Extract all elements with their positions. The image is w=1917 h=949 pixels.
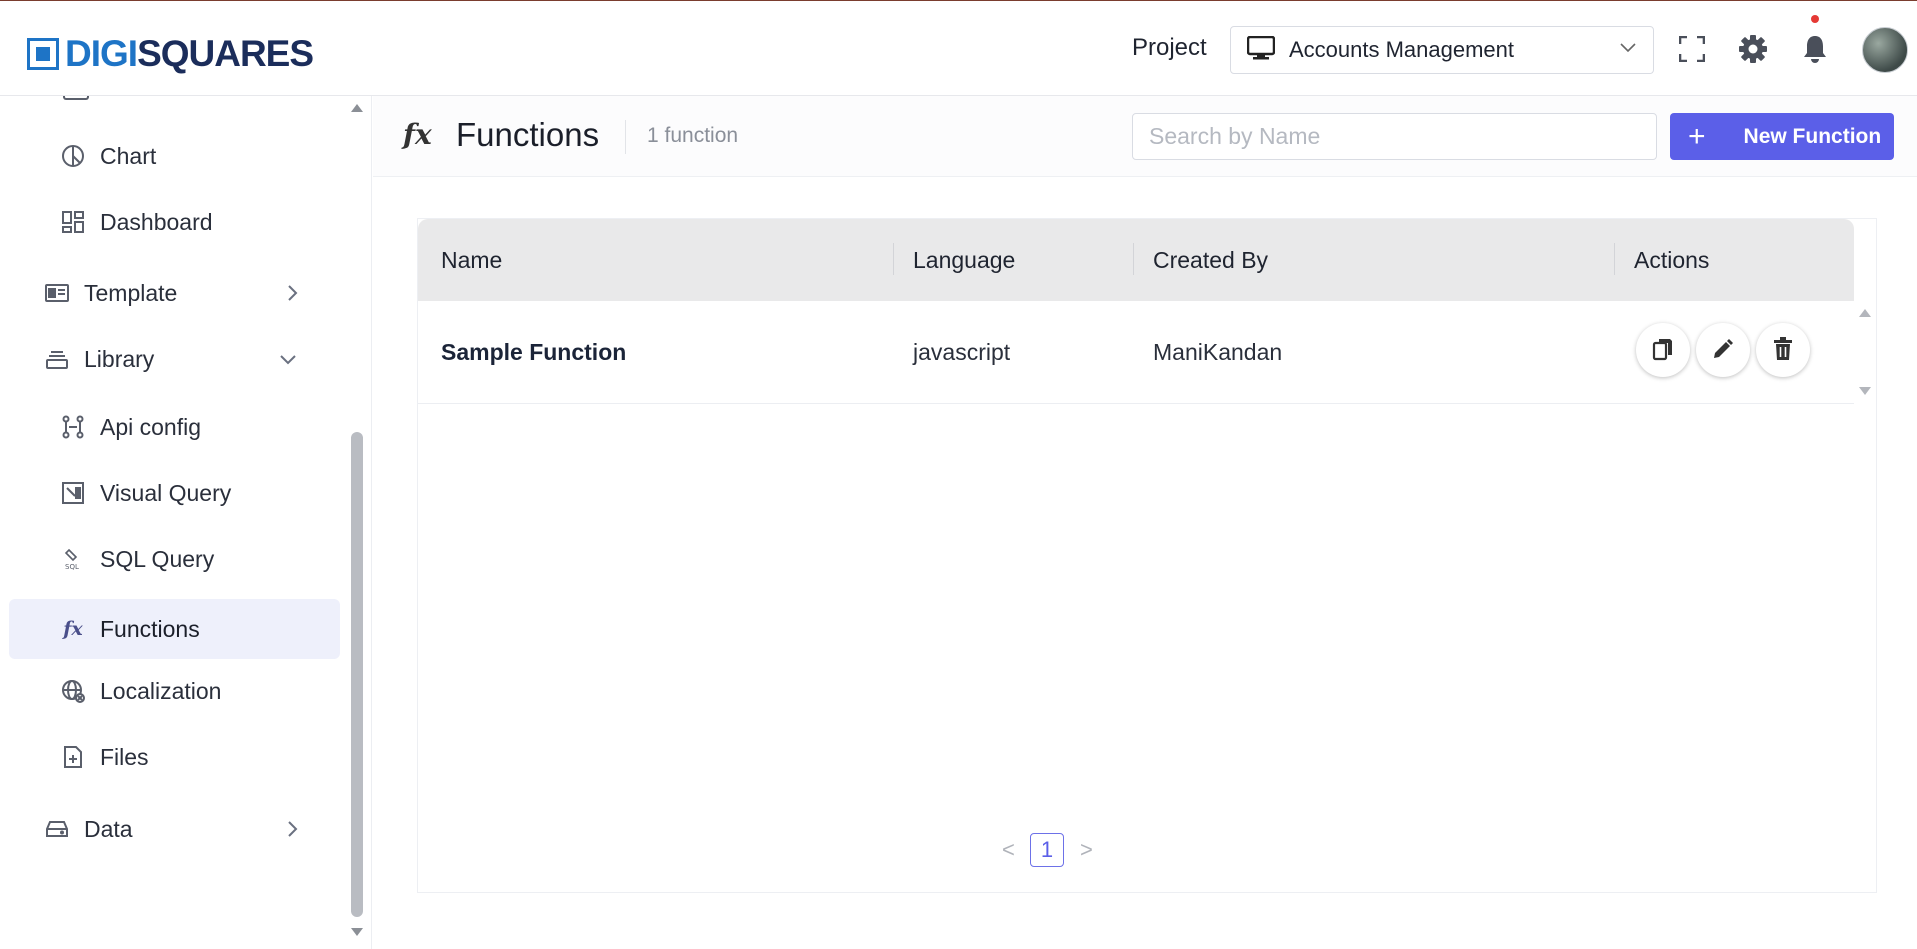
main-content: fx Functions 1 function + New Function N…	[373, 96, 1917, 949]
column-divider	[1133, 243, 1134, 275]
divider	[625, 120, 626, 154]
files-icon	[60, 744, 86, 770]
scroll-up-icon[interactable]	[1859, 309, 1871, 317]
notification-dot	[1811, 15, 1819, 23]
scroll-down-icon[interactable]	[351, 928, 363, 936]
svg-text:SQL: SQL	[65, 563, 79, 571]
fullscreen-icon[interactable]	[1674, 31, 1710, 67]
visual-query-icon	[60, 480, 86, 506]
scroll-up-icon[interactable]	[351, 104, 363, 112]
hidden-item-icon	[63, 96, 89, 100]
sidebar-item-dashboard[interactable]: Dashboard	[60, 193, 340, 251]
chevron-down-icon	[1619, 41, 1637, 59]
page-header: fx Functions 1 function + New Function	[373, 96, 1917, 177]
sidebar-item-label: Data	[84, 815, 133, 842]
plus-icon: +	[1688, 119, 1706, 153]
fx-icon: fx	[403, 118, 432, 151]
sidebar-item-template[interactable]: Template	[44, 264, 304, 322]
sidebar-item-data[interactable]: Data	[44, 800, 304, 858]
sidebar-item-label: Files	[100, 743, 149, 770]
function-created-by: ManiKandan	[1153, 339, 1283, 365]
brand-logo[interactable]: DIGISQUARES	[27, 33, 314, 75]
new-function-button[interactable]: + New Function	[1670, 113, 1894, 160]
sidebar-item-label: Library	[84, 345, 155, 372]
table-row[interactable]: Sample Function javascript ManiKandan	[418, 301, 1854, 404]
page-title: Functions	[456, 116, 600, 153]
page-1-button[interactable]: 1	[1030, 833, 1064, 867]
logo-mark-icon	[27, 38, 59, 70]
function-name[interactable]: Sample Function	[441, 339, 626, 366]
function-count: 1 function	[647, 124, 739, 147]
chart-icon	[60, 143, 86, 169]
sidebar-item-label: Api config	[100, 413, 202, 440]
sidebar: Chart Dashboard Template Library Api con…	[0, 96, 372, 949]
pencil-icon	[1712, 338, 1734, 363]
sidebar-item-localization[interactable]: Localization	[60, 662, 340, 720]
localization-icon	[60, 678, 86, 704]
dashboard-icon	[60, 209, 86, 235]
library-icon	[44, 346, 70, 372]
project-select-value: Accounts Management	[1289, 37, 1515, 62]
functions-table-card: Name Language Created By Actions Sample …	[417, 218, 1877, 893]
column-divider	[1614, 243, 1615, 275]
trash-icon	[1773, 336, 1793, 364]
avatar[interactable]	[1862, 27, 1908, 73]
copy-icon	[1652, 337, 1674, 364]
logo-text: DIGISQUARES	[65, 33, 314, 74]
sidebar-item-sql-query[interactable]: SQL SQL Query	[60, 530, 340, 588]
template-icon	[44, 280, 70, 306]
sidebar-item-label: SQL Query	[100, 545, 215, 572]
sidebar-item-chart[interactable]: Chart	[60, 127, 340, 185]
sidebar-item-library[interactable]: Library	[44, 330, 304, 388]
chevron-right-icon	[280, 281, 304, 305]
delete-button[interactable]	[1756, 323, 1810, 377]
sidebar-item-label: Localization	[100, 677, 222, 704]
sidebar-item-label: Chart	[100, 142, 157, 169]
column-divider	[893, 243, 894, 275]
search-input[interactable]	[1132, 113, 1657, 160]
pagination: < 1 >	[418, 833, 1878, 873]
chevron-right-icon	[280, 817, 304, 841]
chevron-down-icon	[276, 347, 300, 371]
top-bar: DIGISQUARES Project Accounts Management	[0, 0, 1917, 96]
sidebar-item-functions[interactable]: fx Functions	[9, 599, 340, 659]
new-function-label: New Function	[1743, 124, 1882, 148]
table-scrollbar[interactable]	[1854, 219, 1876, 403]
table-header: Name Language Created By Actions	[418, 219, 1854, 301]
sidebar-item-label: Dashboard	[100, 208, 213, 235]
copy-button[interactable]	[1636, 323, 1690, 377]
function-language: javascript	[913, 339, 1011, 365]
scroll-down-icon[interactable]	[1859, 387, 1871, 395]
column-header-created-by[interactable]: Created By	[1153, 247, 1268, 274]
column-header-name[interactable]: Name	[441, 247, 502, 274]
column-header-actions: Actions	[1634, 247, 1710, 273]
sidebar-item-label: Template	[84, 279, 178, 306]
data-icon	[44, 816, 70, 842]
sidebar-scroll-thumb[interactable]	[351, 432, 363, 917]
project-select[interactable]: Accounts Management	[1230, 26, 1654, 74]
project-label: Project	[1132, 34, 1207, 61]
api-config-icon	[60, 414, 86, 440]
gear-icon[interactable]	[1735, 31, 1771, 67]
next-page-button[interactable]: >	[1080, 837, 1093, 863]
sidebar-item-files[interactable]: Files	[60, 728, 340, 786]
sql-query-icon: SQL	[60, 546, 86, 572]
sidebar-item-label: Visual Query	[100, 479, 232, 506]
monitor-icon	[1246, 35, 1276, 65]
edit-button[interactable]	[1696, 323, 1750, 377]
column-header-language[interactable]: Language	[913, 247, 1015, 274]
bell-icon[interactable]	[1797, 31, 1833, 67]
sidebar-item-visual-query[interactable]: Visual Query	[60, 464, 340, 522]
fx-icon: fx	[63, 618, 83, 640]
sidebar-item-label: Functions	[100, 615, 200, 642]
sidebar-item-api-config[interactable]: Api config	[60, 398, 340, 456]
prev-page-button[interactable]: <	[1002, 837, 1015, 863]
